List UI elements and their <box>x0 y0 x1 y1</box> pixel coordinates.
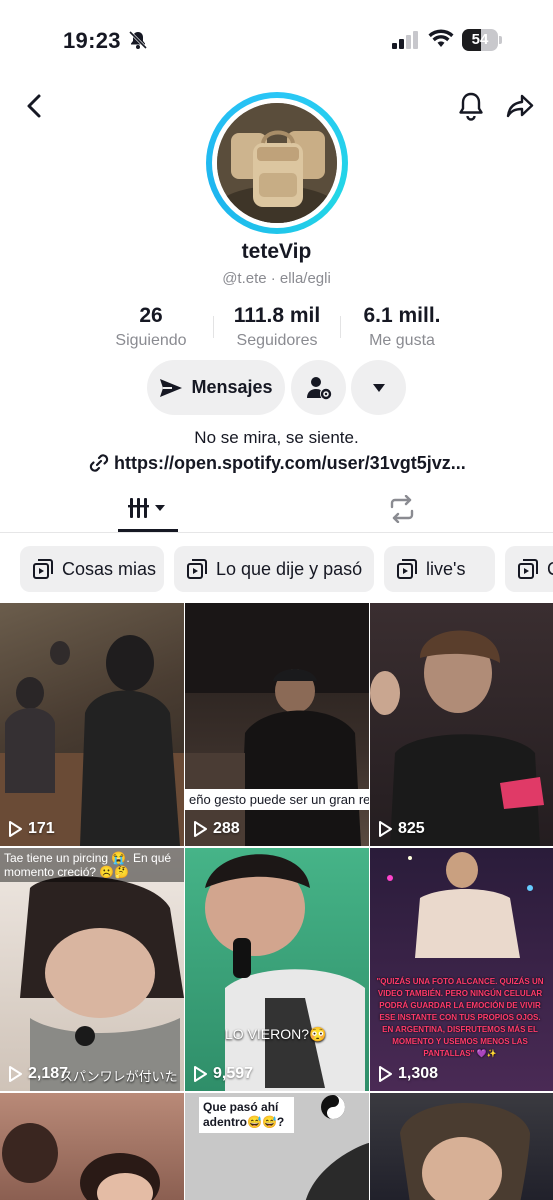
view-count-text: 1,308 <box>398 1065 439 1082</box>
playlist-icon <box>397 559 417 579</box>
playlist-chips: Cosas mias Lo que dije y pasó live's C <box>0 546 553 592</box>
play-icon <box>379 1066 392 1082</box>
video-caption: Que pasó ahí adentro😅😅? <box>199 1097 294 1133</box>
playlist-chip[interactable]: Cosas mias <box>20 546 164 592</box>
video-thumbnail[interactable]: LO VIERON?😳 9,597 <box>185 848 369 1091</box>
video-caption: Tae tiene un pircing 😭. En qué momento c… <box>0 848 184 882</box>
battery-indicator: 54 <box>462 29 502 51</box>
view-count-text: 9,597 <box>213 1065 254 1082</box>
profile-bio: No se mira, se siente. <box>194 428 359 447</box>
profile-link[interactable]: https://open.spotify.com/user/31vgt5jvz.… <box>88 452 466 474</box>
following-count: 26 <box>139 304 163 327</box>
chevron-left-icon <box>27 94 41 118</box>
messages-label: Mensajes <box>191 377 273 397</box>
wifi-icon <box>428 29 454 54</box>
thumbnail-image <box>400 1103 530 1200</box>
thumbnail-image <box>20 876 184 1091</box>
content-tabs <box>0 485 553 533</box>
caret-down-icon <box>372 383 385 392</box>
repost-icon <box>390 494 414 524</box>
view-count: 9,597 <box>193 1065 253 1083</box>
stat-likes[interactable]: 6.1 mill. Me gusta <box>332 304 472 350</box>
view-count: 1,308 <box>378 1065 438 1083</box>
thumbnail-image <box>2 1123 160 1200</box>
play-icon <box>9 1066 22 1082</box>
followers-label: Seguidores <box>236 332 318 349</box>
playlist-icon <box>187 559 207 579</box>
video-caption: eño gesto puede ser un gran resc <box>185 789 369 810</box>
view-count-text: 825 <box>398 820 425 837</box>
profile-username: teteVip <box>241 240 312 263</box>
video-thumbnail[interactable]: Que pasó ahí adentro😅😅? <box>185 1093 369 1200</box>
playlist-icon <box>33 559 53 579</box>
video-thumbnail[interactable] <box>0 1093 184 1200</box>
view-count: 2,187 <box>8 1065 68 1083</box>
link-icon <box>89 454 109 472</box>
video-thumbnail[interactable]: "QUIZÁS UNA FOTO ALCANCE. QUIZÁS UN VIDE… <box>370 848 553 1091</box>
tab-videos[interactable] <box>118 495 178 533</box>
thumbnail-image <box>370 630 544 846</box>
video-thumbnail[interactable]: 825 <box>370 603 553 846</box>
share-arrow-icon <box>506 94 534 118</box>
likes-count: 6.1 mill. <box>363 304 441 327</box>
video-overlay-text: "QUIZÁS UNA FOTO ALCANCE. QUIZÁS UN VIDE… <box>376 977 544 1058</box>
grid-columns-icon <box>128 498 165 518</box>
play-icon <box>194 1066 207 1082</box>
play-icon <box>9 821 22 837</box>
avatar-image <box>217 103 337 223</box>
status-time: 19:23 <box>63 28 121 53</box>
profile-handle: @t.ete · ella/egli <box>222 270 331 287</box>
view-count: 171 <box>8 820 55 838</box>
user-settings-icon <box>306 376 331 399</box>
bell-slash-icon <box>128 30 148 55</box>
more-options-button[interactable] <box>351 360 406 415</box>
cellular-signal-icon <box>392 31 420 54</box>
view-count: 825 <box>378 820 425 838</box>
thumbnail-image <box>0 635 184 846</box>
view-count-text: 171 <box>28 820 55 837</box>
playlist-chip-label: Cosas mias <box>62 558 157 579</box>
video-overlay-text: スパンワレが付いた <box>60 1069 178 1084</box>
playlist-chip[interactable]: C <box>505 546 553 592</box>
status-bar: 19:23 54 <box>0 0 553 80</box>
video-thumbnail[interactable]: 171 <box>0 603 184 846</box>
playlist-chip-label: C <box>547 559 553 580</box>
video-thumbnail[interactable]: eño gesto puede ser un gran resc 288 <box>185 603 369 846</box>
play-icon <box>379 821 392 837</box>
stat-followers[interactable]: 111.8 mil Seguidores <box>207 304 347 350</box>
avatar[interactable] <box>206 92 348 234</box>
video-thumbnail[interactable]: Tae tiene un pircing 😭. En qué momento c… <box>0 848 184 1091</box>
back-button[interactable] <box>18 88 50 124</box>
notification-button[interactable] <box>454 88 488 124</box>
stat-following[interactable]: 26 Siguiendo <box>81 304 221 350</box>
view-count-text: 288 <box>213 820 240 837</box>
battery-percent: 54 <box>471 31 489 48</box>
playlist-chip-label: Lo que dije y pasó <box>216 558 363 579</box>
profile-link-text: https://open.spotify.com/user/31vgt5jvz.… <box>114 452 466 473</box>
send-icon <box>160 378 183 397</box>
follow-settings-button[interactable] <box>291 360 346 415</box>
video-overlay-text: LO VIERON?😳 <box>225 1026 327 1042</box>
tab-active-indicator <box>118 529 178 532</box>
view-count-text: 2,187 <box>28 1065 69 1082</box>
share-button[interactable] <box>502 88 538 124</box>
bell-icon <box>459 92 483 121</box>
view-count: 288 <box>193 820 240 838</box>
video-thumbnail[interactable] <box>370 1093 553 1200</box>
following-label: Siguiendo <box>115 332 187 349</box>
tab-reposts[interactable] <box>386 494 422 525</box>
thumbnail-image <box>205 854 365 1091</box>
playlist-chip-label: live's <box>426 558 466 579</box>
playlist-icon <box>518 559 538 579</box>
playlist-chip[interactable]: live's <box>384 546 495 592</box>
playlist-chip[interactable]: Lo que dije y pasó <box>174 546 374 592</box>
likes-label: Me gusta <box>369 332 435 349</box>
play-icon <box>194 821 207 837</box>
messages-button[interactable]: Mensajes <box>147 360 285 415</box>
followers-count: 111.8 mil <box>233 304 321 327</box>
